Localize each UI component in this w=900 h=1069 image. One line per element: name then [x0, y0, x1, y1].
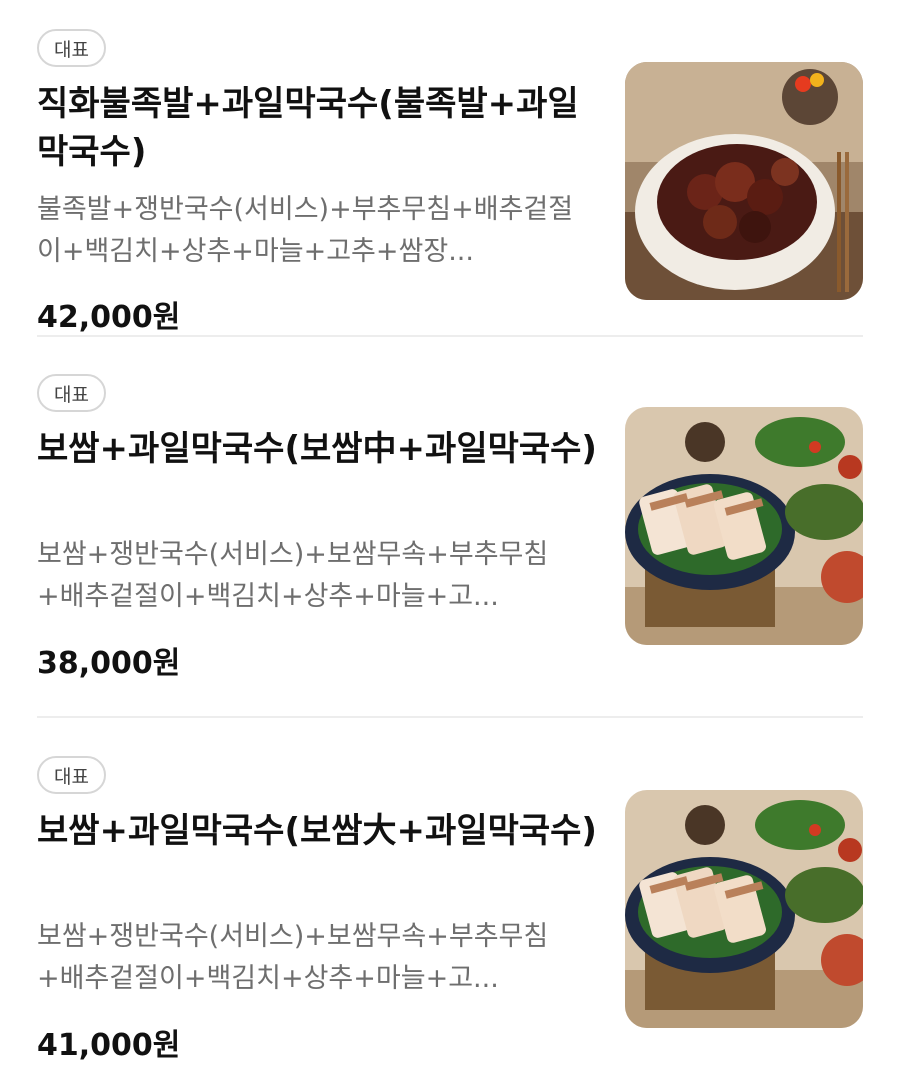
menu-item-price: 42,000원	[37, 300, 181, 335]
menu-item-description: 보쌈+쟁반국수(서비스)+보쌈무속+부추무침+배추겉절이+백김치+상추+마늘+고…	[37, 539, 549, 612]
menu-item-photo[interactable]	[625, 790, 863, 1028]
menu-item-title: 보쌈+과일막국수(보쌈大+과일막국수)	[37, 811, 597, 851]
signature-badge: 대표	[37, 374, 106, 412]
signature-badge: 대표	[37, 29, 106, 67]
signature-badge: 대표	[37, 756, 106, 794]
menu-item-price: 41,000원	[37, 1028, 181, 1063]
menu-item-photo[interactable]	[625, 407, 863, 645]
menu-item-photo[interactable]	[625, 62, 863, 300]
menu-item-description: 보쌈+쟁반국수(서비스)+보쌈무속+부추무침+배추겉절이+백김치+상추+마늘+고…	[37, 921, 549, 994]
menu-item-price: 38,000원	[37, 646, 181, 681]
menu-item[interactable]: 대표 보쌈+과일막국수(보쌈中+과일막국수) 보쌈+쟁반국수(서비스)+보쌈무속…	[0, 337, 900, 717]
menu-item-title: 보쌈+과일막국수(보쌈中+과일막국수)	[37, 429, 597, 469]
menu-item[interactable]: 대표 직화불족발+과일막국수(불족발+과일막국수) 불족발+쟁반국수(서비스)+…	[0, 0, 900, 336]
menu-item-description: 불족발+쟁반국수(서비스)+부추무침+배추겉절이+백김치+상추+마늘+고추+쌈장…	[37, 194, 574, 267]
menu-item[interactable]: 대표 보쌈+과일막국수(보쌈大+과일막국수) 보쌈+쟁반국수(서비스)+보쌈무속…	[0, 718, 900, 1069]
menu-item-title: 직화불족발+과일막국수(불족발+과일막국수)	[37, 84, 579, 172]
